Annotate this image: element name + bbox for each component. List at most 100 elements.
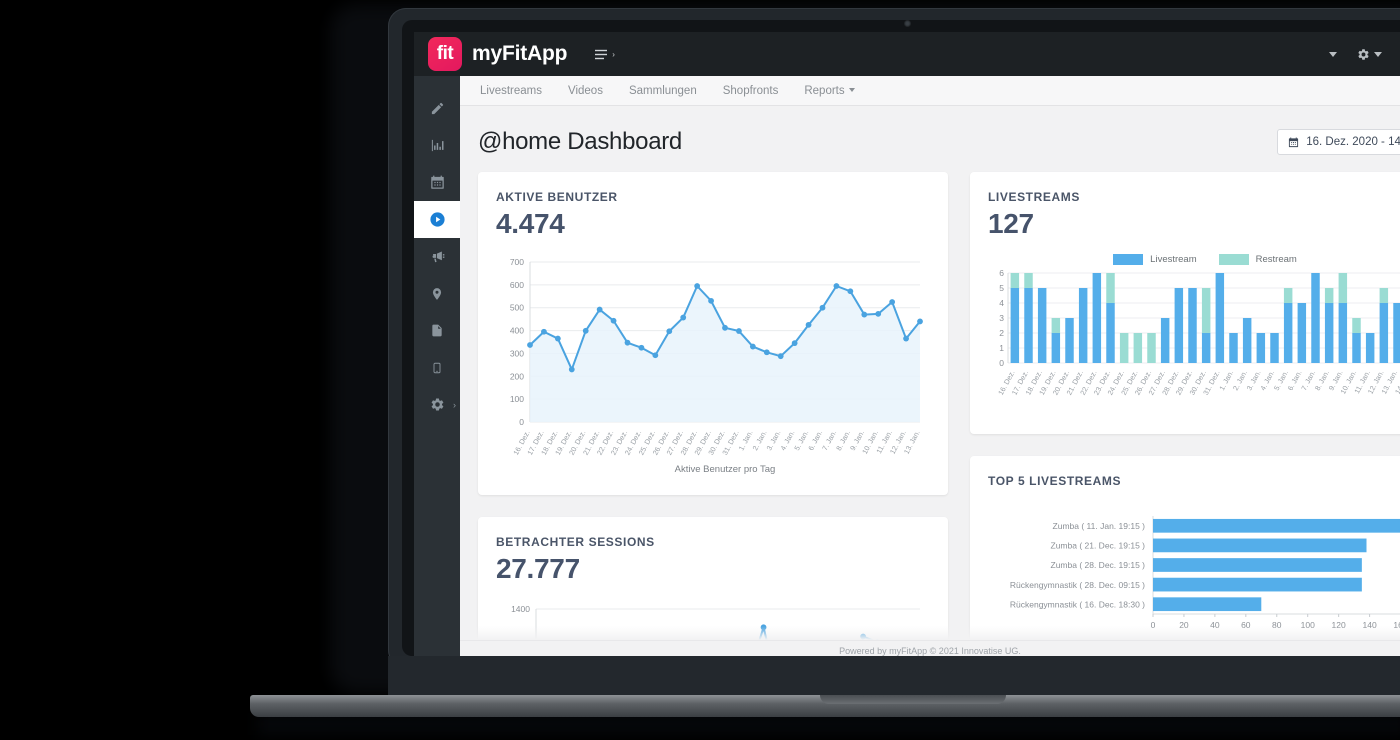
date-range-value: 16. Dez. 2020 - 14. Jan. — [1306, 136, 1400, 148]
livestreams-bar-chart: Livestream Restream 0 1 2 3 4 5 6 16. Dez. 17. D… — [988, 254, 1400, 420]
svg-text:600: 600 — [510, 280, 524, 290]
date-range-picker[interactable]: 16. Dez. 2020 - 14. Jan. — [1277, 129, 1400, 155]
hamburger-icon[interactable]: › — [595, 49, 615, 60]
dashboard-grid: AKTIVE BENUTZER 4.474 0 100 200 300 400 500 60… — [460, 172, 1400, 660]
sidebar-item-locations[interactable] — [414, 275, 460, 312]
svg-text:140: 140 — [1362, 620, 1376, 630]
sidebar-item-campaigns[interactable] — [414, 238, 460, 275]
nav-item-shopfronts[interactable]: Shopfronts — [723, 85, 779, 97]
top5-livestreams-chart: Zumba ( 11. Jan. 19:15 ) Zumba ( 21. Dec.… — [988, 510, 1400, 660]
svg-text:2: 2 — [999, 328, 1004, 338]
sidebar-item-pages[interactable] — [414, 312, 460, 349]
mobile-icon — [433, 362, 441, 373]
legend-label: Livestream — [1150, 254, 1197, 265]
browser-viewport: fit myFitApp › › Livestreams Videos Samm… — [414, 32, 1400, 660]
pencil-icon — [431, 102, 443, 115]
svg-text:Zumba ( 28. Dec. 19:15 ): Zumba ( 28. Dec. 19:15 ) — [1051, 560, 1146, 570]
sidebar-item-analytics[interactable] — [414, 127, 460, 164]
svg-text:60: 60 — [1241, 620, 1251, 630]
card-value: 27.777 — [496, 553, 580, 584]
nav-item-sammlungen[interactable]: Sammlungen — [629, 85, 697, 97]
legend-item-livestream[interactable]: Livestream — [1113, 254, 1197, 265]
topbar-dropdown-caret[interactable] — [1329, 51, 1337, 57]
card-value: 4.474 — [496, 208, 565, 239]
svg-text:0: 0 — [1151, 620, 1156, 630]
nav-item-videos[interactable]: Videos — [568, 85, 603, 97]
svg-text:Aktive Benutzer pro Tag: Aktive Benutzer pro Tag — [675, 464, 776, 475]
chevron-down-icon — [848, 88, 855, 93]
laptop-base-notch — [820, 695, 1006, 704]
topbar-actions — [1329, 48, 1382, 61]
svg-text:400: 400 — [510, 326, 524, 336]
sidebar-expand-chevron[interactable]: › — [453, 400, 456, 410]
settings-menu[interactable] — [1357, 48, 1382, 61]
sidebar-nav: › — [414, 76, 460, 660]
card-top5-livestreams: TOP 5 LIVESTREAMS Zumba ( 11. Jan. 19:15… — [970, 456, 1400, 660]
gear-icon — [1358, 48, 1369, 60]
card-aktive-benutzer: AKTIVE BENUTZER 4.474 0 100 200 300 400 500 60… — [478, 172, 948, 495]
svg-text:100: 100 — [510, 394, 524, 404]
screenshot-stage: fit myFitApp › › Livestreams Videos Samm… — [0, 0, 1400, 740]
sidebar-item-calendar[interactable] — [414, 164, 460, 201]
svg-text:1400: 1400 — [511, 604, 530, 614]
svg-text:0: 0 — [519, 417, 524, 427]
calendar-icon — [430, 175, 444, 189]
legend-swatch-livestream — [1113, 254, 1144, 265]
card-label: LIVESTREAMS — [988, 190, 1080, 204]
gear-icon — [431, 398, 443, 411]
svg-text:1: 1 — [999, 343, 1004, 353]
card-betrachter-sessions: BETRACHTER SESSIONS 27.777 100012001400 — [478, 517, 948, 660]
megaphone-icon — [432, 251, 444, 263]
aktive-benutzer-chart: 0 100 200 300 400 500 600 700 16. Dez. 17. Dez. 18… — [496, 254, 930, 481]
svg-text:Zumba ( 21. Dec. 19:15 ): Zumba ( 21. Dec. 19:15 ) — [1051, 541, 1146, 551]
card-label: BETRACHTER SESSIONS — [496, 535, 655, 549]
main-content: Livestreams Videos Sammlungen Shopfronts… — [460, 76, 1400, 660]
page-title: @home Dashboard — [478, 128, 682, 155]
sidebar-item-edit[interactable] — [414, 90, 460, 127]
nav-item-reports[interactable]: Reports — [804, 84, 855, 97]
svg-text:120: 120 — [1332, 620, 1346, 630]
laptop-camera — [904, 20, 911, 27]
svg-text:5: 5 — [999, 283, 1004, 293]
svg-text:4: 4 — [999, 298, 1004, 308]
svg-text:80: 80 — [1272, 620, 1282, 630]
settings-dropdown-caret[interactable] — [1374, 51, 1382, 57]
play-circle-icon — [429, 212, 445, 227]
svg-text:6: 6 — [999, 268, 1004, 278]
legend-swatch-restream — [1218, 254, 1249, 265]
page-header: @home Dashboard 16. Dez. 2020 - 14. Jan. — [460, 106, 1400, 172]
calendar-icon — [1289, 136, 1299, 147]
svg-text:500: 500 — [510, 303, 524, 313]
svg-text:40: 40 — [1210, 620, 1220, 630]
svg-text:3: 3 — [999, 313, 1004, 323]
app-logo[interactable]: fit — [428, 37, 462, 71]
nav-item-livestreams[interactable]: Livestreams — [480, 85, 542, 97]
svg-text:300: 300 — [510, 348, 524, 358]
map-pin-icon — [432, 287, 442, 300]
svg-text:200: 200 — [510, 371, 524, 381]
sidebar-item-mobile[interactable] — [414, 349, 460, 386]
svg-text:Rückengymnastik ( 28. Dec. 09:: Rückengymnastik ( 28. Dec. 09:15 ) — [1010, 580, 1145, 590]
legend-item-restream[interactable]: Restream — [1218, 254, 1297, 265]
card-label: AKTIVE BENUTZER — [496, 190, 618, 204]
svg-text:20: 20 — [1179, 620, 1189, 630]
bar-chart-icon — [431, 139, 443, 152]
svg-text:100: 100 — [1301, 620, 1315, 630]
app-topbar: fit myFitApp › — [414, 32, 1400, 76]
svg-text:160: 160 — [1393, 620, 1400, 630]
app-body: › Livestreams Videos Sammlungen Shopfron… — [414, 76, 1400, 660]
dashboard-column-left: AKTIVE BENUTZER 4.474 0 100 200 300 400 500 60… — [478, 172, 948, 660]
legend-label: Restream — [1255, 254, 1297, 265]
dashboard-column-right: LIVESTREAMS 127 Livestream Restream 0 1 … — [970, 172, 1400, 660]
svg-text:Rückengymnastik ( 16. Dec. 18:: Rückengymnastik ( 16. Dec. 18:30 ) — [1010, 599, 1145, 609]
card-label: TOP 5 LIVESTREAMS — [988, 474, 1122, 488]
chart-legend: Livestream Restream — [988, 254, 1400, 265]
laptop-lid-bottom — [388, 656, 1400, 696]
footer-text: Powered by myFitApp © 2021 Innovatise UG… — [839, 645, 1021, 656]
svg-text:0: 0 — [999, 358, 1004, 368]
app-name: myFitApp — [472, 42, 568, 65]
document-icon — [432, 324, 442, 337]
nav-item-reports-label: Reports — [804, 84, 845, 97]
sidebar-item-settings[interactable]: › — [414, 386, 460, 423]
sidebar-item-livestreams[interactable] — [414, 201, 460, 238]
